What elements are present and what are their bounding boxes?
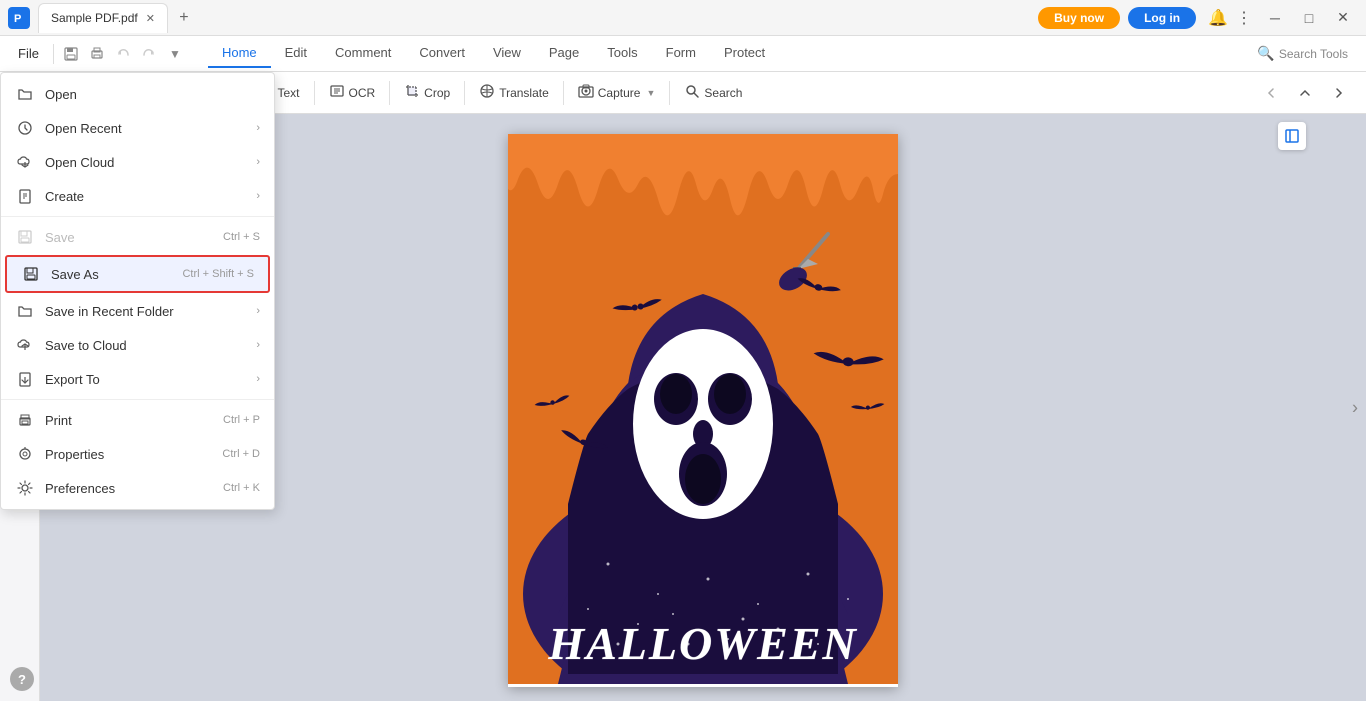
properties-icon (15, 444, 35, 464)
create-arrow: › (256, 190, 260, 202)
file-menu-trigger[interactable]: File (8, 42, 49, 65)
menu-tab-view[interactable]: View (479, 39, 535, 68)
open-cloud-arrow: › (256, 156, 260, 168)
menu-tab-comment[interactable]: Comment (321, 39, 405, 68)
maximize-button[interactable]: □ (1294, 6, 1324, 30)
crop-icon (404, 83, 420, 102)
buy-now-button[interactable]: Buy now (1038, 7, 1120, 29)
menu-tab-form[interactable]: Form (652, 39, 710, 68)
toolbar-separator (53, 44, 54, 64)
menu-save: Save Ctrl + S (1, 220, 274, 254)
save-as-icon (21, 264, 41, 284)
save-recent-arrow: › (256, 305, 260, 317)
minimize-button[interactable]: ─ (1260, 6, 1290, 30)
menu-open[interactable]: Open (1, 77, 274, 111)
menu-tab-protect[interactable]: Protect (710, 39, 779, 68)
save-cloud-icon (15, 335, 35, 355)
crop-label: Crop (424, 86, 450, 100)
toolbar-sep-4 (314, 81, 315, 105)
open-recent-arrow: › (256, 122, 260, 134)
save-recent-icon (15, 301, 35, 321)
print-toolbar-btn[interactable] (84, 41, 110, 67)
menu-open-cloud[interactable]: Open Cloud › (1, 145, 274, 179)
save-icon (15, 227, 35, 247)
toolbar-sep-8 (669, 81, 670, 105)
capture-icon (578, 83, 594, 102)
preferences-icon (15, 478, 35, 498)
nav-right-btn[interactable] (1324, 82, 1354, 104)
print-icon (15, 410, 35, 430)
menu-properties[interactable]: Properties Ctrl + D (1, 437, 274, 471)
window-controls: ─ □ ✕ (1260, 6, 1358, 30)
menubar: File ▼ Home Edit Comment Convert View Pa… (0, 36, 1366, 72)
titlebar: P Sample PDF.pdf ✕ + Buy now Log in 🔔 ⋮ … (0, 0, 1366, 36)
divider-1 (1, 216, 274, 217)
translate-icon (479, 83, 495, 102)
notification-icon[interactable]: 🔔 (1208, 8, 1228, 28)
menu-save-as[interactable]: Save As Ctrl + Shift + S (5, 255, 270, 293)
export-arrow: › (256, 373, 260, 385)
search-tools-button[interactable]: 🔍 Search Tools (1247, 41, 1358, 66)
tab-active[interactable]: Sample PDF.pdf ✕ (38, 3, 168, 33)
search-button[interactable]: Search (676, 79, 750, 106)
search-tools-icon: 🔍 (1257, 45, 1274, 62)
redo-toolbar-btn[interactable] (136, 41, 162, 67)
tab-close-button[interactable]: ✕ (146, 12, 155, 25)
menu-tab-page[interactable]: Page (535, 39, 593, 68)
translate-button[interactable]: Translate (471, 79, 557, 106)
menu-tab-home[interactable]: Home (208, 39, 271, 68)
search-tools-label: Search Tools (1279, 47, 1348, 61)
toolbar-sep-7 (563, 81, 564, 105)
menu-save-recent[interactable]: Save in Recent Folder › (1, 294, 274, 328)
tab-label: Sample PDF.pdf (51, 11, 138, 25)
menu-create[interactable]: Create › (1, 179, 274, 213)
menu-tabs: Home Edit Comment Convert View Page Tool… (188, 39, 1358, 68)
menu-tab-convert[interactable]: Convert (405, 39, 479, 68)
undo-toolbar-btn[interactable] (110, 41, 136, 67)
scroll-right-button[interactable]: › (1352, 397, 1358, 418)
capture-label: Capture (598, 86, 641, 100)
menu-tab-tools[interactable]: Tools (593, 39, 651, 68)
pdf-page: HALLOWEEN HALLOWEEN (508, 134, 898, 687)
svg-text:P: P (14, 13, 21, 25)
save-cloud-arrow: › (256, 339, 260, 351)
ocr-button[interactable]: OCR (321, 79, 384, 106)
ocr-label: OCR (349, 86, 376, 100)
file-menu: Open Open Recent › Open Cloud › Create ›… (0, 72, 275, 510)
divider-2 (1, 399, 274, 400)
menu-preferences[interactable]: Preferences Ctrl + K (1, 471, 274, 505)
ocr-icon (329, 83, 345, 102)
export-icon (15, 369, 35, 389)
nav-up-btn[interactable] (1290, 82, 1320, 104)
help-button[interactable]: ? (10, 667, 34, 691)
search-label: Search (704, 86, 742, 100)
menu-save-cloud[interactable]: Save to Cloud › (1, 328, 274, 362)
dropdown-toolbar-btn[interactable]: ▼ (162, 41, 188, 67)
capture-button[interactable]: Capture ▼ (570, 79, 664, 106)
open-recent-icon (15, 118, 35, 138)
panel-toggle-button[interactable] (1278, 122, 1306, 150)
svg-text:HALLOWEEN: HALLOWEEN (547, 618, 857, 669)
save-toolbar-btn[interactable] (58, 41, 84, 67)
close-button[interactable]: ✕ (1328, 6, 1358, 30)
menu-open-recent[interactable]: Open Recent › (1, 111, 274, 145)
app-icon: P (8, 7, 30, 29)
capture-arrow: ▼ (646, 88, 655, 98)
menu-export[interactable]: Export To › (1, 362, 274, 396)
toolbar-sep-5 (389, 81, 390, 105)
create-icon (15, 186, 35, 206)
menu-tab-edit[interactable]: Edit (271, 39, 321, 68)
translate-label: Translate (499, 86, 549, 100)
toolbar-sep-6 (464, 81, 465, 105)
more-options-icon[interactable]: ⋮ (1236, 8, 1252, 28)
new-tab-button[interactable]: + (172, 6, 196, 30)
nav-left-btn[interactable] (1256, 82, 1286, 104)
crop-button[interactable]: Crop (396, 79, 458, 106)
search-icon (684, 83, 700, 102)
menu-print[interactable]: Print Ctrl + P (1, 403, 274, 437)
open-icon (15, 84, 35, 104)
open-cloud-icon (15, 152, 35, 172)
login-button[interactable]: Log in (1128, 7, 1196, 29)
